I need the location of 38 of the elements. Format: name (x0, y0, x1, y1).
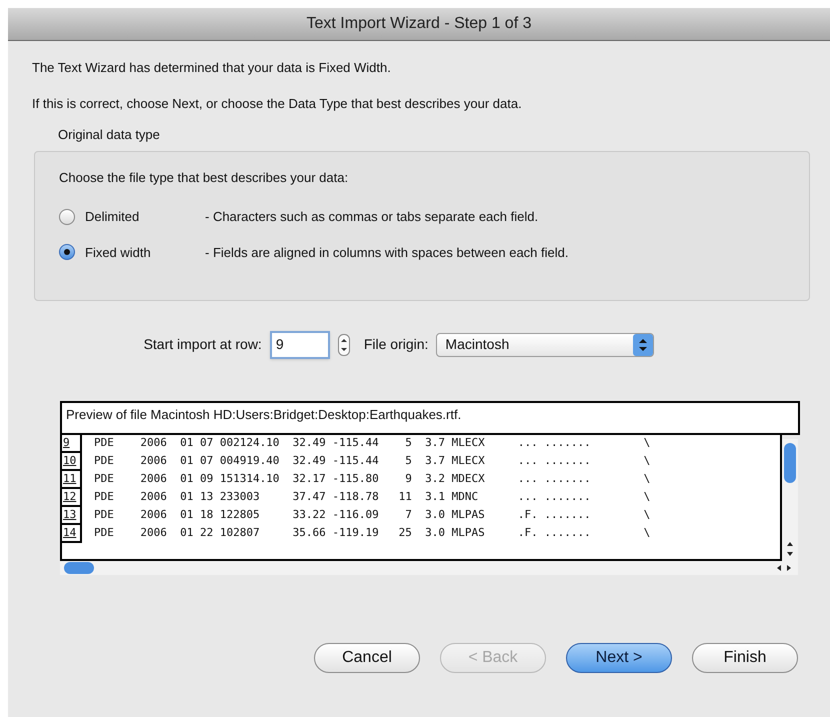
data-row-text: PDE 2006 01 18 122805 33.22 -116.09 7 3.0 MLPAS .F. ....... \ (94, 507, 650, 524)
data-row-text: PDE 2006 01 09 151314.10 32.17 -115.80 9 3.2 MDECX ... ....... \ (94, 471, 650, 488)
radio-button[interactable] (59, 208, 75, 225)
wizard-button: < Back (440, 642, 546, 672)
radio-button[interactable] (59, 244, 75, 260)
window-title: Text Import Wizard - Step 1 of 3 (306, 14, 532, 34)
start-row-label: Start import at row: (144, 335, 262, 354)
scroll-thumb[interactable] (784, 442, 796, 482)
instruction-text: The Text Wizard has determined that your data is Fixed Width. (32, 59, 392, 77)
file-origin-dropdown[interactable]: Macintosh (436, 332, 654, 356)
row-number: 9 (62, 434, 82, 452)
row-number: 11 (62, 470, 82, 488)
option-description: - Characters such as commas or tabs separate each field. (205, 208, 538, 226)
stepper-icon[interactable] (338, 334, 350, 356)
preview-title: Preview of file Macintosh HD:Users:Bridget:Desktop:Earthquakes.rtf. (60, 400, 800, 434)
radio-label[interactable]: Fixed width (85, 242, 205, 262)
data-row-text: PDE 2006 01 07 002124.10 32.49 -115.44 5 3.7 MLECX ... ....... \ (94, 435, 650, 452)
file-origin-label: File origin: (364, 335, 428, 354)
wizard-button[interactable]: Next > (566, 642, 672, 672)
option-description: - Fields are aligned in columns with spaces between each field. (205, 244, 568, 262)
row-number: 14 (62, 524, 82, 542)
group-label: Original data type (58, 126, 161, 144)
instruction-text: If this is correct, choose Next, or choose the Data Type that best describes your data. (32, 94, 523, 113)
vertical-scrollbar[interactable] (782, 438, 798, 560)
dropdown-arrows-icon (633, 334, 654, 356)
horizontal-scrollbar[interactable] (60, 560, 798, 574)
row-number: 13 (62, 506, 82, 524)
start-row-field[interactable]: 9 (270, 330, 330, 358)
wizard-button[interactable]: Cancel (314, 642, 420, 672)
scroll-thumb[interactable] (64, 562, 94, 574)
data-row-text: PDE 2006 01 07 004919.40 32.49 -115.44 5 3.7 MLECX ... ....... \ (94, 453, 650, 470)
wizard-button[interactable]: Finish (692, 642, 798, 672)
row-number: 10 (62, 452, 82, 470)
row-number: 12 (62, 488, 82, 506)
radio-label[interactable]: Delimited (85, 207, 205, 226)
group-prompt: Choose the file type that best describes your data: (59, 168, 350, 187)
data-row-text: PDE 2006 01 13 233003 37.47 -118.78 11 3.1 MDNC ... ....... \ (94, 489, 650, 506)
data-row-text: PDE 2006 01 22 102807 35.66 -119.19 25 3.0 MLPAS .F. ....... \ (94, 525, 650, 542)
